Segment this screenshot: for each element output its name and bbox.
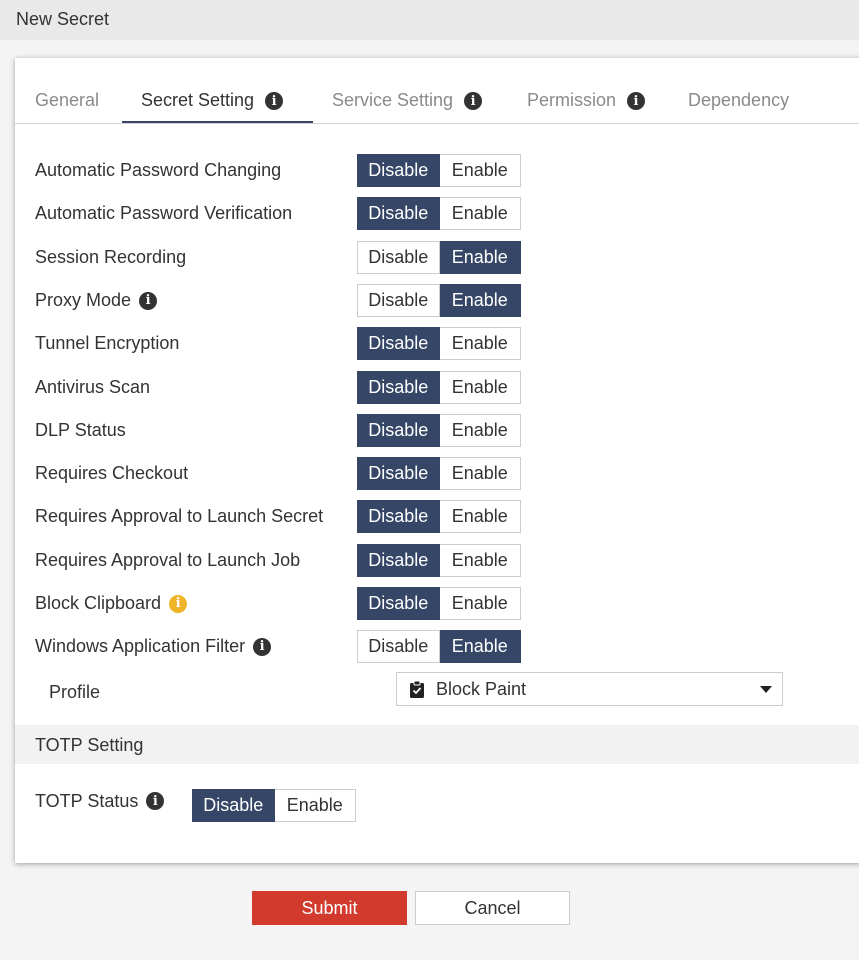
disable-option[interactable]: Disable — [357, 241, 440, 274]
setting-label-text: Windows Application Filter — [35, 636, 246, 656]
setting-label-text: Proxy Mode — [35, 290, 132, 310]
info-icon[interactable]: i — [139, 291, 158, 310]
profile-select-value: Block Paint — [436, 678, 527, 699]
disable-option[interactable]: Disable — [357, 197, 440, 230]
disable-option[interactable]: Disable — [357, 457, 440, 490]
totp-status-text: TOTP Status — [35, 790, 139, 811]
info-icon[interactable]: i — [265, 92, 284, 110]
enable-option[interactable]: Enable — [439, 457, 521, 490]
setting-label: DLP Status — [35, 414, 126, 447]
cancel-button[interactable]: Cancel — [415, 891, 570, 925]
enable-option[interactable]: Enable — [439, 241, 521, 274]
submit-button[interactable]: Submit — [252, 891, 407, 925]
totp-status-toggle: Disable Enable — [192, 789, 356, 822]
tab-label: Secret Setting — [141, 90, 255, 110]
enable-option[interactable]: Enable — [439, 587, 521, 620]
disable-option[interactable]: Disable — [357, 630, 440, 663]
setting-label: Block Clipboard i — [35, 587, 188, 620]
setting-label: Requires Approval to Launch Secret — [35, 500, 323, 533]
disable-option[interactable]: Disable — [357, 544, 440, 577]
setting-label: Windows Application Filter i — [35, 630, 272, 663]
setting-toggle: Disable Enable — [357, 284, 521, 317]
profile-select[interactable]: Block Paint — [396, 672, 783, 706]
totp-disable-option[interactable]: Disable — [192, 789, 275, 822]
tab-label: Service Setting — [332, 90, 454, 110]
enable-option[interactable]: Enable — [439, 284, 521, 317]
totp-status-label: TOTP Status i — [35, 786, 165, 816]
tab-permission[interactable]: Permission i — [527, 88, 646, 123]
setting-toggle: Disable Enable — [357, 197, 521, 230]
setting-label-text: Automatic Password Verification — [35, 203, 293, 223]
enable-option[interactable]: Enable — [439, 414, 521, 447]
totp-enable-option[interactable]: Enable — [274, 789, 356, 822]
setting-toggle: Disable Enable — [357, 630, 521, 663]
info-icon[interactable]: i — [253, 637, 272, 656]
tab-service-setting[interactable]: Service Setting i — [332, 88, 483, 123]
secret-form-card: General Secret Setting i Service Setting… — [15, 58, 859, 863]
tab-secret-setting[interactable]: Secret Setting i — [122, 88, 313, 123]
enable-option[interactable]: Enable — [439, 630, 521, 663]
enable-option[interactable]: Enable — [439, 154, 521, 187]
chevron-down-icon — [760, 686, 772, 693]
disable-option[interactable]: Disable — [357, 371, 440, 404]
setting-label-text: Requires Approval to Launch Secret — [35, 506, 324, 526]
tab-dependency[interactable]: Dependency — [688, 88, 789, 123]
setting-label: Requires Checkout — [35, 457, 188, 490]
setting-toggle: Disable Enable — [357, 457, 521, 490]
tab-label: Permission — [527, 90, 617, 110]
info-icon[interactable]: i — [169, 594, 188, 613]
disable-option[interactable]: Disable — [357, 414, 440, 447]
info-icon[interactable]: i — [627, 92, 646, 110]
enable-option[interactable]: Enable — [439, 327, 521, 360]
disable-option[interactable]: Disable — [357, 500, 440, 533]
setting-label-text: Antivirus Scan — [35, 377, 151, 397]
setting-label-text: Session Recording — [35, 247, 187, 267]
info-icon[interactable]: i — [464, 92, 483, 110]
disable-option[interactable]: Disable — [357, 284, 440, 317]
enable-option[interactable]: Enable — [439, 197, 521, 230]
setting-label: Session Recording — [35, 241, 186, 274]
setting-toggle: Disable Enable — [357, 371, 521, 404]
setting-label-text: DLP Status — [35, 420, 126, 440]
setting-label-text: Requires Approval to Launch Job — [35, 550, 301, 570]
setting-toggle: Disable Enable — [357, 500, 521, 533]
info-icon[interactable]: i — [146, 792, 165, 810]
enable-option[interactable]: Enable — [439, 500, 521, 533]
setting-toggle: Disable Enable — [357, 414, 521, 447]
disable-option[interactable]: Disable — [357, 327, 440, 360]
setting-label-text: Requires Checkout — [35, 463, 189, 483]
setting-toggle: Disable Enable — [357, 587, 521, 620]
totp-section-title: TOTP Setting — [15, 725, 859, 764]
setting-label: Tunnel Encryption — [35, 327, 179, 360]
disable-option[interactable]: Disable — [357, 154, 440, 187]
enable-option[interactable]: Enable — [439, 371, 521, 404]
setting-label: Requires Approval to Launch Job — [35, 544, 300, 577]
tab-label: Dependency — [688, 90, 790, 110]
setting-label-text: Automatic Password Changing — [35, 160, 282, 180]
profile-label: Profile — [49, 682, 101, 702]
enable-option[interactable]: Enable — [439, 544, 521, 577]
setting-label: Antivirus Scan — [35, 371, 150, 404]
setting-toggle: Disable Enable — [357, 241, 521, 274]
disable-option[interactable]: Disable — [357, 587, 440, 620]
setting-label-text: Tunnel Encryption — [35, 333, 180, 353]
setting-label: Automatic Password Verification — [35, 197, 292, 230]
setting-label-text: Block Clipboard — [35, 593, 162, 613]
tab-label: General — [35, 90, 100, 110]
setting-toggle: Disable Enable — [357, 154, 521, 187]
setting-label: Proxy Mode i — [35, 284, 158, 317]
tab-general[interactable]: General — [35, 88, 99, 123]
window-title: New Secret — [0, 0, 859, 40]
clipboard-check-icon — [410, 680, 424, 698]
setting-toggle: Disable Enable — [357, 327, 521, 360]
setting-toggle: Disable Enable — [357, 544, 521, 577]
setting-label: Automatic Password Changing — [35, 154, 281, 187]
tab-bar: General Secret Setting i Service Setting… — [15, 58, 859, 124]
